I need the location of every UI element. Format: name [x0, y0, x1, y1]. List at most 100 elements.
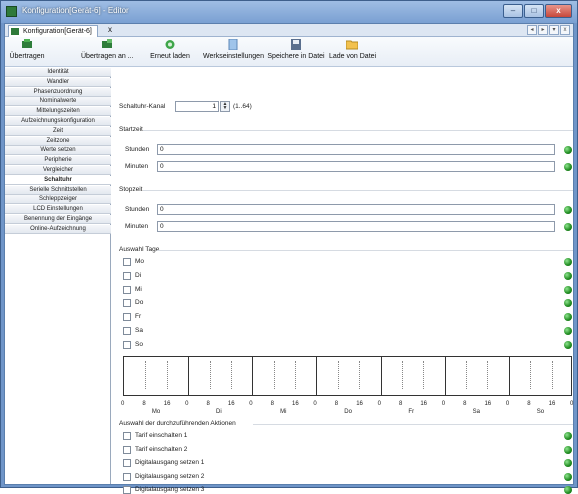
timeline-day-divider: [380, 357, 382, 395]
status-ok-icon: [564, 327, 572, 335]
tab-close-all-icon[interactable]: x: [560, 25, 570, 35]
kanal-range: (1..64): [233, 103, 252, 110]
day-checkbox[interactable]: [123, 313, 131, 322]
axis-hour-label: 8: [334, 401, 339, 407]
tab-nav-buttons: ◂ ▸ ▾ x: [527, 25, 570, 35]
kanal-input[interactable]: 1: [175, 101, 219, 112]
divider: [253, 424, 573, 425]
sidebar-item[interactable]: Wandler: [5, 77, 111, 87]
day-checkbox[interactable]: [123, 299, 131, 308]
axis-day-label: So: [536, 409, 545, 415]
axis-day-label: Mo: [151, 409, 161, 415]
status-ok-icon: [564, 285, 572, 294]
status-ok-icon: [564, 206, 572, 214]
sidebar-item[interactable]: Identität: [5, 68, 111, 77]
timeline-day-divider: [252, 357, 254, 395]
axis-day-label: Do: [344, 409, 352, 415]
sidebar-item[interactable]: Phasenzuordnung: [5, 87, 111, 97]
title-bar[interactable]: Konfiguration[Gerät-6] - Editor – □ x: [1, 1, 577, 23]
content-panel: Schaltuhr-Kanal 1 ▲ ▼ (1..64) Startzeit S…: [113, 68, 573, 494]
sidebar-item[interactable]: Aufzeichnungskonfiguration: [5, 117, 111, 126]
day-checkbox[interactable]: [123, 258, 131, 266]
startzeit-heading: Startzeit: [119, 126, 143, 133]
action-label: Digitalausgang setzen 2: [135, 472, 205, 480]
axis-hour-label: 8: [398, 401, 403, 407]
status-ok-icon: [564, 223, 572, 231]
axis-day-label: Di: [216, 409, 222, 415]
start-minuten-input[interactable]: 0: [157, 161, 555, 172]
sidebar-item[interactable]: Schaltuhr: [5, 175, 111, 185]
status-ok-icon: [564, 486, 572, 494]
maximize-button[interactable]: □: [524, 4, 544, 18]
stopzeit-heading: Stopzeit: [119, 186, 143, 193]
sidebar-item[interactable]: Serielle Schnittstellen: [5, 185, 111, 195]
day-checkbox[interactable]: [123, 285, 131, 294]
reload-icon: [165, 40, 175, 49]
axis-day-label: Sa: [472, 409, 480, 415]
action-checkbox[interactable]: [123, 432, 131, 440]
axis-hour-label: 8: [142, 401, 146, 407]
timeline-hour-tick: [209, 361, 211, 389]
divider: [143, 130, 573, 131]
sidebar-item[interactable]: Werte setzen: [5, 146, 111, 156]
minimize-button[interactable]: –: [503, 4, 523, 18]
sidebar-item[interactable]: Mittelungszeiten: [5, 107, 111, 117]
timeline-hour-tick: [145, 361, 147, 389]
action-checkbox[interactable]: [123, 445, 131, 454]
stop-stunden-input[interactable]: 0: [157, 204, 555, 215]
day-checkbox[interactable]: [123, 340, 131, 349]
timeline-hour-tick: [401, 361, 403, 389]
sidebar-item[interactable]: Vergleicher: [5, 166, 111, 175]
day-checkbox[interactable]: [123, 271, 131, 280]
sidebar-item[interactable]: Nominalwerte: [5, 97, 111, 107]
save-to-file-button[interactable]: Speichere in Datei: [267, 39, 325, 60]
divider: [143, 190, 573, 191]
day-label: Fr: [135, 313, 142, 321]
aktionen-heading: Auswahl der durchzuführenden Aktionen: [119, 420, 236, 427]
timeline-hour-tick: [337, 361, 339, 389]
action-label: Tarif einschalten 1: [135, 432, 188, 439]
transfer-button[interactable]: Übertragen: [9, 39, 45, 60]
axis-hour-label: 0: [505, 401, 510, 407]
reload-button[interactable]: Erneut laden: [148, 39, 192, 60]
axis-hour-label: 16: [227, 401, 235, 407]
day-label: Sa: [135, 327, 143, 334]
action-checkbox[interactable]: [123, 472, 131, 481]
status-ok-icon: [564, 445, 572, 454]
timeline-hour-tick: [423, 361, 425, 389]
sidebar-item[interactable]: LCD Einstellungen: [5, 205, 111, 215]
timeline-day-divider: [444, 357, 446, 395]
day-label: Di: [135, 271, 142, 279]
load-from-file-button[interactable]: Lade von Datei: [329, 39, 376, 60]
tab-scroll-left-icon[interactable]: ◂: [527, 25, 537, 35]
sidebar-item[interactable]: Schleppzeiger: [5, 195, 111, 205]
tab-scroll-right-icon[interactable]: ▸: [538, 25, 548, 35]
tab-list-icon[interactable]: ▾: [549, 25, 559, 35]
transfer-to-button[interactable]: Übertragen an ...: [81, 39, 134, 60]
axis-hour-label: 8: [527, 401, 531, 407]
start-stunden-input[interactable]: 0: [157, 144, 555, 155]
stop-minuten-input[interactable]: 0: [157, 221, 555, 232]
stop-minuten-label: Minuten: [125, 223, 149, 230]
sidebar-item[interactable]: Benennung der Eingänge: [5, 215, 111, 224]
axis-day-label: Fr: [408, 409, 415, 415]
close-button[interactable]: x: [545, 4, 572, 18]
axis-hour-label: 16: [420, 401, 428, 407]
axis-hour-label: 0: [249, 401, 253, 407]
day-checkbox[interactable]: [123, 327, 131, 335]
action-checkbox[interactable]: [123, 459, 131, 467]
day-label: Mo: [135, 258, 145, 265]
axis-hour-label: 0: [185, 401, 189, 407]
sidebar-item[interactable]: Online-Aufzeichnung: [5, 224, 111, 234]
factory-settings-button[interactable]: Werkseinstellungen: [203, 39, 264, 60]
sidebar-item[interactable]: Zeit: [5, 126, 111, 136]
sidebar-item[interactable]: Zeitzone: [5, 136, 111, 146]
action-checkbox[interactable]: [123, 486, 131, 494]
kanal-spinner[interactable]: ▲ ▼: [220, 101, 230, 112]
document-tab[interactable]: Konfiguration[Gerät-6]: [8, 25, 98, 37]
sidebar-item[interactable]: Peripherie: [5, 156, 111, 166]
action-label: Digitalausgang setzen 3: [135, 486, 205, 493]
sidebar: Identität Wandler Phasenzuordnung Nominalwe…: [5, 68, 111, 484]
tab-close-icon[interactable]: x: [108, 25, 112, 34]
start-stunden-label: Stunden: [125, 146, 150, 153]
